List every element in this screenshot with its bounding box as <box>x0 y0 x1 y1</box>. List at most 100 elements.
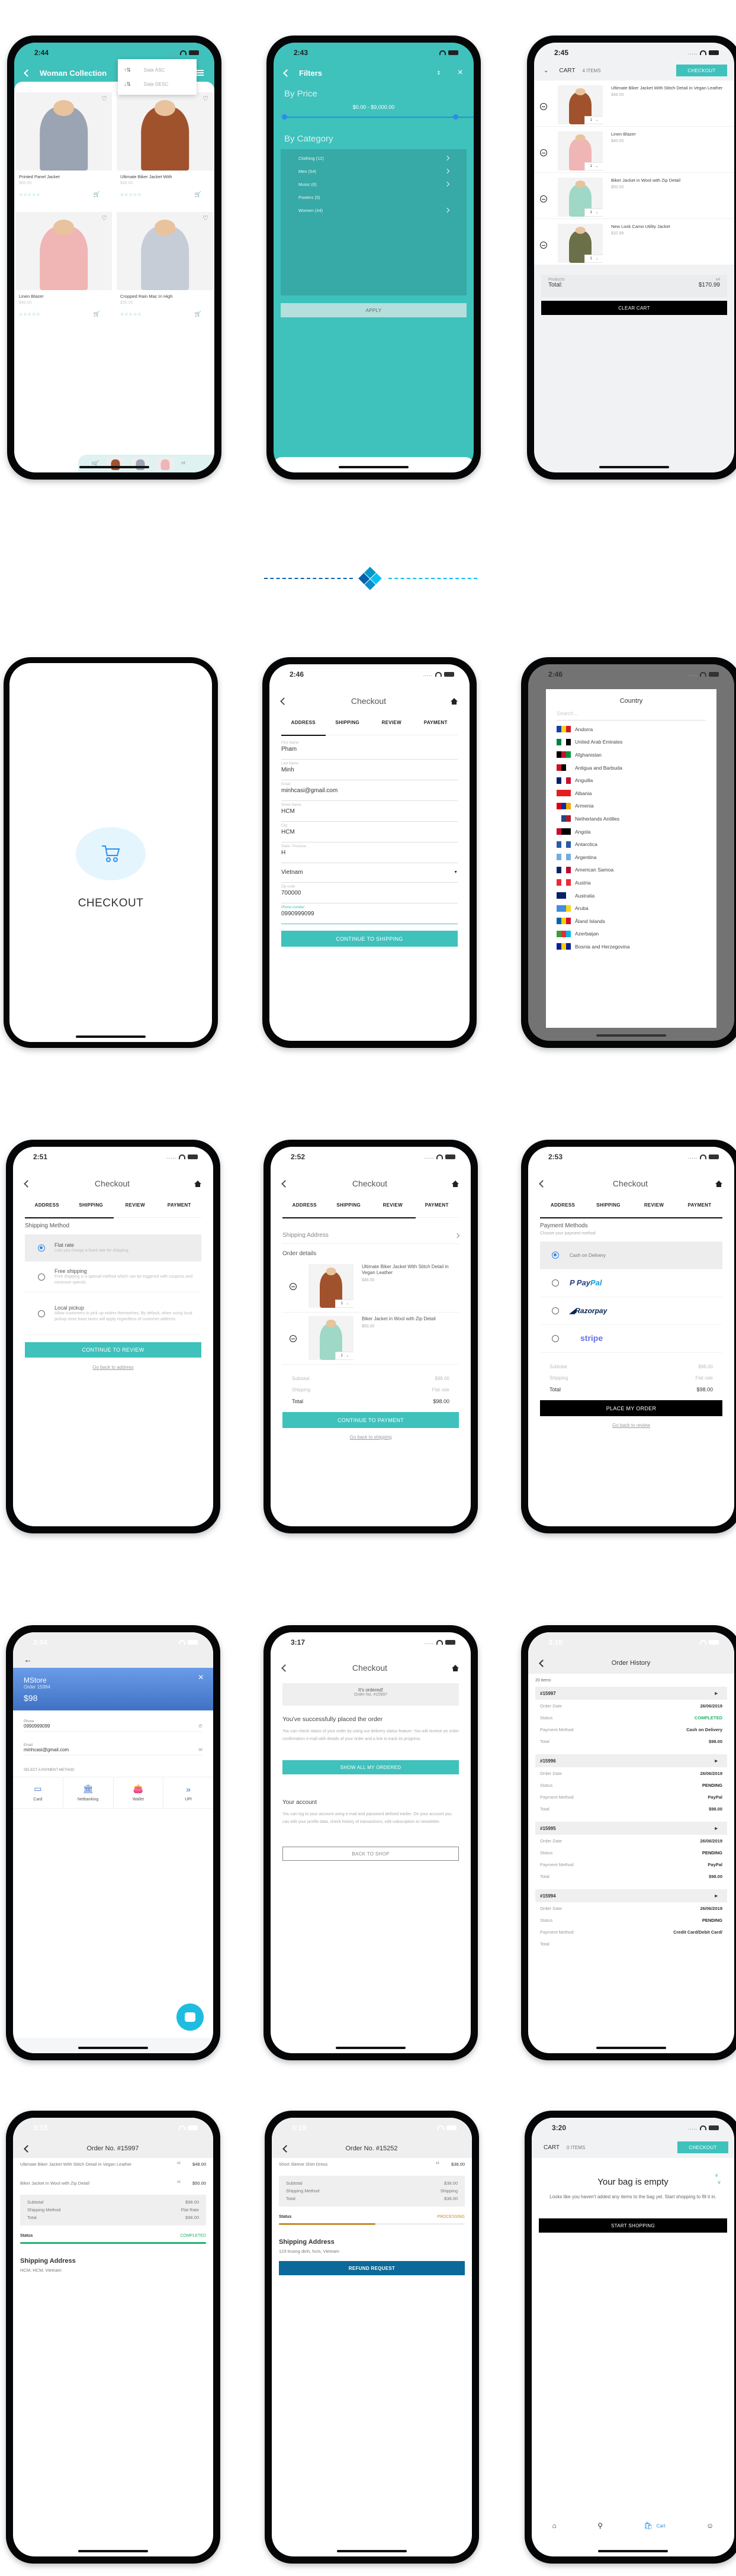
home-icon[interactable] <box>452 1664 459 1671</box>
shipping-address-row[interactable]: Shipping Address <box>282 1227 460 1244</box>
nav-user[interactable]: ☺ <box>706 2522 713 2530</box>
tab-address[interactable]: ADDRESS <box>281 720 326 735</box>
tab-payment[interactable]: PAYMENT <box>414 720 458 735</box>
qty-select[interactable]: 1 ⌄ <box>584 255 603 263</box>
country-option[interactable]: Angola <box>557 825 706 838</box>
method-wallet[interactable]: 👛 Wallet <box>114 1777 164 1808</box>
back-icon[interactable] <box>281 1179 289 1188</box>
nav-search[interactable]: ⚲ <box>597 2522 603 2530</box>
sort-date-asc[interactable]: ↑⇅ Date ASC <box>124 63 191 77</box>
back-icon[interactable] <box>283 69 291 77</box>
category-item[interactable]: Music (6) <box>298 178 450 191</box>
shipping-option[interactable]: Local pickup Allow customers to pick up o… <box>25 1292 201 1335</box>
country-option[interactable]: Antigua and Barbuda <box>557 761 706 774</box>
product-card[interactable]: ♡ Printed Panel Jacket $60.00 ☆☆☆☆☆ 🛒 <box>15 92 112 198</box>
country-option[interactable]: American Samoa <box>557 864 706 877</box>
nav-cart[interactable]: 🛍 Cart <box>644 2522 665 2530</box>
phone-field[interactable]: Phone 0990999099 ✆ <box>24 1720 203 1732</box>
country-search-input[interactable]: Search... <box>557 710 706 721</box>
category-item[interactable]: Women (44) <box>298 204 450 217</box>
country-option[interactable]: Netherlands Antilles <box>557 812 706 825</box>
payment-option-razorpay[interactable]: ◢Razorpay <box>540 1297 722 1325</box>
heart-icon[interactable]: ♡ <box>203 95 208 102</box>
method-upi[interactable]: » UPI <box>163 1777 213 1808</box>
price-slider[interactable] <box>282 114 474 120</box>
start-shopping-button[interactable]: START SHOPPING <box>539 2218 727 2233</box>
product-card[interactable]: ♡ Linen Blazer $40.00 ☆☆☆☆☆ 🛒 <box>15 212 112 317</box>
radio-button[interactable] <box>552 1252 559 1259</box>
qty-select[interactable]: 1 ⌄ <box>584 208 603 217</box>
add-to-cart-icon[interactable]: 🛒 <box>94 311 100 317</box>
field-first-name[interactable]: First Name Pham <box>281 739 458 760</box>
qty-select[interactable]: 1 ⌄ <box>335 1300 353 1308</box>
checkout-button[interactable]: CHECKOUT <box>677 2141 728 2153</box>
field-state-province[interactable]: State / Province H <box>281 842 458 863</box>
tab-payment[interactable]: PAYMENT <box>415 1202 459 1217</box>
tab-address[interactable]: ADDRESS <box>282 1202 327 1217</box>
shipping-option[interactable]: Flat rate Lets you charge a fixed rate fo… <box>25 1234 201 1262</box>
tab-payment[interactable]: PAYMENT <box>677 1202 722 1217</box>
add-to-cart-icon[interactable]: 🛒 <box>195 311 201 317</box>
field-street-name[interactable]: Street Name HCM <box>281 801 458 822</box>
country-option[interactable]: Armenia <box>557 800 706 813</box>
field-email[interactable]: Email minhcasi@gmail.com <box>281 780 458 801</box>
payment-option-stripe[interactable]: stripe <box>540 1325 722 1353</box>
back-icon[interactable] <box>24 69 31 77</box>
sort-date-desc[interactable]: ↓⇅ Date DESC <box>124 77 191 91</box>
clear-cart-button[interactable]: CLEAR CART <box>541 301 727 315</box>
category-item[interactable]: Clothing (12) <box>298 152 450 165</box>
remove-item-icon[interactable] <box>290 1335 297 1342</box>
apply-button[interactable]: APPLY <box>281 303 467 317</box>
country-option[interactable]: United Arab Emirates <box>557 736 706 749</box>
country-option[interactable]: Australia <box>557 889 706 902</box>
order-header[interactable]: #15995 ▶ <box>535 1822 727 1835</box>
home-icon[interactable] <box>194 1180 201 1187</box>
order-header[interactable]: #15996 ▶ <box>535 1754 727 1767</box>
field-zip-code[interactable]: Zip-code 700000 <box>281 883 458 903</box>
nav-home[interactable]: ⌂ <box>552 2522 557 2530</box>
back-icon[interactable] <box>281 1664 289 1672</box>
qty-select[interactable]: 1 ⌄ <box>335 1352 353 1360</box>
radio-button[interactable] <box>552 1279 559 1287</box>
order-header[interactable]: #15994 ▶ <box>535 1889 727 1902</box>
tab-payment[interactable]: PAYMENT <box>158 1202 202 1217</box>
refund-request-button[interactable]: REFUND REQUEST <box>279 2261 465 2275</box>
heart-icon[interactable]: ♡ <box>101 95 107 102</box>
tab-address[interactable]: ADDRESS <box>25 1202 69 1217</box>
remove-item-icon[interactable] <box>540 195 547 202</box>
country-option[interactable]: Bosnia and Herzegovina <box>557 940 706 953</box>
home-icon[interactable] <box>452 1180 459 1187</box>
collapse-icon[interactable]: ⌄ <box>544 67 548 74</box>
country-option[interactable]: Afghanistan <box>557 748 706 761</box>
close-icon[interactable]: × <box>458 67 463 78</box>
order-card[interactable]: #15994 ▶ Order Date 26/06/2019 Status PENDING… <box>535 1889 727 1950</box>
tab-address[interactable]: ADDRESS <box>540 1202 586 1217</box>
radio-button[interactable] <box>38 1273 45 1281</box>
remove-item-icon[interactable] <box>290 1283 297 1290</box>
category-item[interactable]: Men (54) <box>298 165 450 178</box>
email-field[interactable]: Email minhcasi@gmail.com ✉ <box>24 1744 203 1755</box>
continue-shipping-button[interactable]: CONTINUE TO SHIPPING <box>281 931 458 947</box>
shipping-option[interactable]: Free shipping Free shipping is a special … <box>25 1262 201 1292</box>
continue-payment-button[interactable]: CONTINUE TO PAYMENT <box>282 1412 459 1428</box>
heart-icon[interactable]: ♡ <box>101 214 107 222</box>
mini-cart-bar[interactable]: 🛒 +2 <box>78 455 214 472</box>
add-to-cart-icon[interactable]: 🛒 <box>94 191 100 198</box>
payment-option-paypal[interactable]: P PayPal <box>540 1269 722 1297</box>
method-netbanking[interactable]: 🏛 Netbanking <box>63 1777 114 1808</box>
order-card[interactable]: #15995 ▶ Order Date 26/06/2019 Status PENDING… <box>535 1822 727 1882</box>
tab-review[interactable]: REVIEW <box>113 1202 158 1217</box>
country-option[interactable]: Åland Islands <box>557 915 706 928</box>
radio-button[interactable] <box>38 1310 45 1317</box>
country-option[interactable]: Anguilla <box>557 774 706 787</box>
tab-shipping[interactable]: SHIPPING <box>586 1202 631 1217</box>
country-option[interactable]: Albania <box>557 787 706 800</box>
tab-review[interactable]: REVIEW <box>631 1202 677 1217</box>
heart-icon[interactable]: ♡ <box>203 214 208 222</box>
field-last-name[interactable]: Last Name Minh <box>281 760 458 780</box>
continue-review-button[interactable]: CONTINUE TO REVIEW <box>25 1342 201 1358</box>
close-icon[interactable]: × <box>198 1673 204 1683</box>
show-orders-button[interactable]: SHOW ALL MY ORDERED <box>282 1760 459 1774</box>
product-card[interactable]: ♡ Cropped Rain Mac In High $35.00 ☆☆☆☆☆ 🛒 <box>117 212 213 317</box>
add-to-cart-icon[interactable]: 🛒 <box>195 191 201 198</box>
